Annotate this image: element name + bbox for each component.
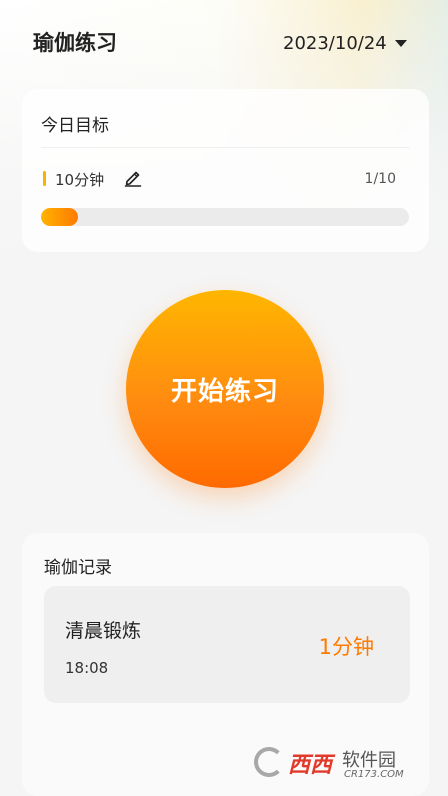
goal-progress-bar <box>41 208 409 226</box>
record-list-item[interactable]: 清晨锻炼 18:08 1分钟 <box>44 586 410 703</box>
page-title: 瑜伽练习 <box>33 31 117 55</box>
start-practice-label: 开始练习 <box>170 376 279 407</box>
divider <box>41 147 410 148</box>
watermark-brand: 西西 <box>288 753 333 778</box>
record-duration: 1分钟 <box>318 635 374 659</box>
goal-target: 10分钟 <box>55 171 105 189</box>
watermark-logo-icon <box>254 747 284 777</box>
start-practice-button[interactable]: 开始练习 <box>126 290 324 488</box>
record-name: 清晨锻炼 <box>65 620 142 642</box>
goal-progress-count: 1/10 <box>364 171 396 187</box>
date-picker[interactable]: 2023/10/24 <box>283 29 407 57</box>
goal-title: 今日目标 <box>41 116 109 136</box>
edit-pencil-icon[interactable] <box>123 167 143 187</box>
header: 瑜伽练习 2023/10/24 <box>0 0 448 84</box>
date-text: 2023/10/24 <box>283 32 387 54</box>
goal-progress-fill <box>41 208 78 226</box>
watermark: 西西 软件园 CR173.COM <box>252 743 432 785</box>
goal-marker <box>43 171 46 186</box>
watermark-domain: CR173.COM <box>344 769 404 780</box>
record-time: 18:08 <box>65 659 109 677</box>
daily-goal-card: 今日目标 10分钟 1/10 <box>22 89 429 252</box>
record-section-title: 瑜伽记录 <box>44 558 112 578</box>
caret-down-icon <box>394 39 407 47</box>
